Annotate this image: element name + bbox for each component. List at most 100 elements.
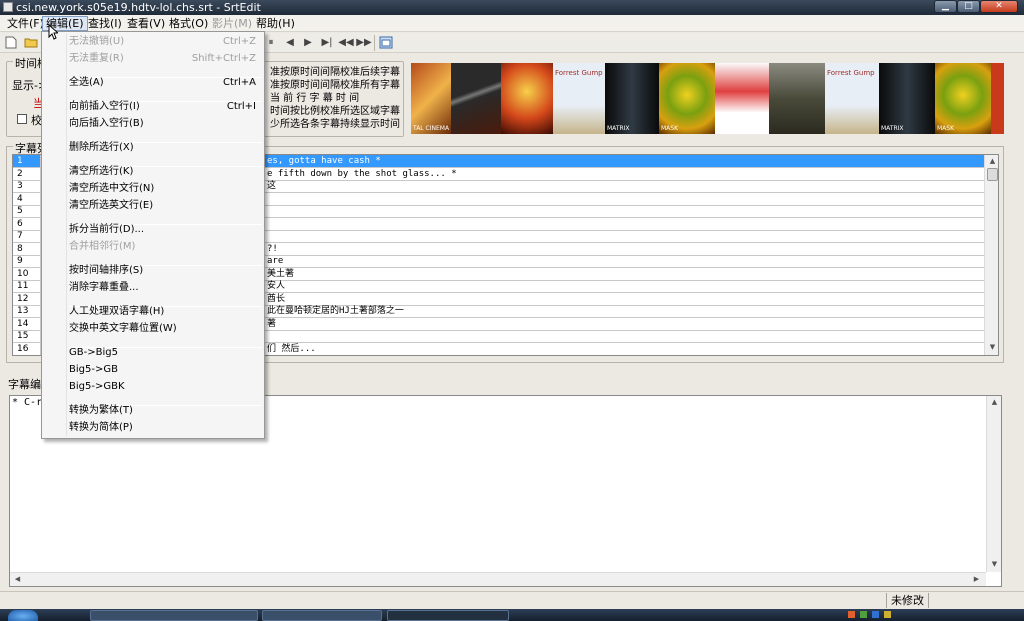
time-option-text[interactable]: 当 前 行 字 幕 时 间 <box>270 93 398 105</box>
poster-caption: MATRIX <box>607 125 630 132</box>
menu-item-label: 无法撤销(U) <box>69 36 125 47</box>
menu-item[interactable]: GB->Big5 <box>69 345 262 361</box>
menu-find[interactable]: 查找(I) <box>85 16 125 31</box>
skip-forward-icon[interactable]: ▶▶ <box>355 36 373 49</box>
subtitle-edit-text[interactable]: * C-r <box>12 397 42 408</box>
poster-image <box>769 63 825 134</box>
tray-icon[interactable] <box>848 611 855 618</box>
menu-item-label: 无法重复(R) <box>69 53 124 64</box>
scroll-right-arrow[interactable]: ▶ <box>970 573 983 586</box>
menu-item[interactable]: Big5->GBK <box>69 379 262 395</box>
menu-item[interactable]: 无法重复(R) Shift+Ctrl+Z <box>69 51 262 67</box>
close-button[interactable]: ✕ <box>980 0 1018 13</box>
maximize-button[interactable]: □ <box>957 0 980 13</box>
menu-item[interactable]: Big5->GB <box>69 362 262 378</box>
menu-item[interactable]: 向前插入空行(I) Ctrl+I <box>69 99 262 115</box>
menu-item[interactable]: 向后插入空行(B) <box>69 116 262 132</box>
movie-poster-banner: TAL CINEMA Forrest Gump MATRIX MASK Forr… <box>411 63 1004 134</box>
time-option-text[interactable]: 准按原时间间隔校准后续字幕 <box>270 67 400 79</box>
poster-image <box>715 63 769 134</box>
menu-item[interactable]: 消除字幕重叠... <box>69 280 262 296</box>
mouse-cursor-icon <box>48 24 58 40</box>
row-number: 6 <box>17 218 23 229</box>
taskbar <box>0 609 1024 621</box>
menu-item[interactable]: 全选(A) Ctrl+A <box>69 75 262 91</box>
taskbar-button[interactable] <box>90 610 258 621</box>
menu-gutter <box>66 34 67 436</box>
menu-item[interactable]: 拆分当前行(D)... <box>69 222 262 238</box>
time-option-text[interactable]: 时间按比例校准所选区域字幕 <box>270 106 400 118</box>
menu-item[interactable]: 转换为繁体(T) <box>69 403 262 419</box>
menu-item[interactable]: 转换为简体(P) <box>69 420 262 436</box>
menu-item-label: Big5->GBK <box>69 381 125 392</box>
time-option-text[interactable]: 准按原时间间隔校准所有字幕 <box>270 80 400 92</box>
menu-item[interactable]: 交换中英文字幕位置(W) <box>69 321 262 337</box>
window-icon[interactable] <box>379 36 393 49</box>
row-number: 11 <box>17 281 29 291</box>
menu-item[interactable]: 清空所选中文行(N) <box>69 181 262 197</box>
scroll-thumb[interactable] <box>987 168 998 181</box>
menu-item[interactable]: 清空所选英文行(E) <box>69 198 262 214</box>
row-number: 9 <box>17 256 23 266</box>
poster-caption: Forrest Gump <box>555 69 603 77</box>
app-icon <box>3 2 13 12</box>
menu-item[interactable]: 按时间轴排序(S) <box>69 263 262 279</box>
taskbar-button[interactable] <box>262 610 382 621</box>
poster-image <box>451 63 501 134</box>
menu-movie[interactable]: 影片(M) <box>209 16 255 31</box>
poster-image <box>501 63 553 134</box>
edit-menu-dropdown: 无法撤销(U) Ctrl+Z 无法重复(R) Shift+Ctrl+Z 全选(A) Ctr… <box>41 31 265 439</box>
minimize-button[interactable]: ▁ <box>934 0 957 13</box>
fast-forward-icon[interactable]: ▶ <box>301 36 315 49</box>
row-number: 12 <box>17 293 29 304</box>
tray-icon[interactable] <box>860 611 867 618</box>
scroll-up-arrow[interactable]: ▲ <box>986 155 998 168</box>
poster-caption: MASK <box>661 125 679 132</box>
title-bar[interactable]: csi.new.york.s05e19.hdtv-lol.chs.srt - S… <box>0 0 1024 15</box>
open-folder-icon[interactable] <box>24 36 38 49</box>
adjust-checkbox[interactable] <box>17 114 27 124</box>
row-text: 著 <box>267 318 277 329</box>
menu-item-label: 按时间轴排序(S) <box>69 265 144 276</box>
poster-image: Forrest Gump <box>553 63 605 134</box>
list-vertical-scrollbar[interactable]: ▲ ▼ <box>984 155 998 355</box>
menu-file[interactable]: 文件(F) <box>4 16 47 31</box>
skip-back-icon[interactable]: ◀◀ <box>337 36 355 49</box>
menu-item-label: 合并相邻行(M) <box>69 241 136 252</box>
row-text: are <box>267 256 284 266</box>
menu-format[interactable]: 格式(O) <box>166 16 211 31</box>
scroll-left-arrow[interactable]: ◀ <box>11 573 24 586</box>
menu-item-label: 交换中英文字幕位置(W) <box>69 323 177 334</box>
taskbar-button[interactable] <box>387 610 509 621</box>
scroll-down-arrow[interactable]: ▼ <box>986 341 998 354</box>
menu-bar: 文件(F) 编辑(E) 查找(I) 查看(V) 格式(O) 影片(M) 帮助(H… <box>0 15 1024 32</box>
edit-vertical-scrollbar[interactable]: ▲ ▼ <box>986 396 1001 572</box>
scroll-up-arrow[interactable]: ▲ <box>988 396 1001 409</box>
menu-item-label: GB->Big5 <box>69 347 118 358</box>
time-option-text[interactable]: 少所选各条字幕持续显示时间 <box>270 119 400 131</box>
menu-item[interactable]: 删除所选行(X) <box>69 140 262 156</box>
tray-icon[interactable] <box>872 611 879 618</box>
start-button[interactable] <box>8 610 38 621</box>
pause-icon[interactable]: ⏸ <box>264 36 278 49</box>
menu-item-shortcut: Ctrl+A <box>222 77 256 88</box>
poster-image: Forrest Gump <box>825 63 879 134</box>
menu-item-label: Big5->GB <box>69 364 118 375</box>
edit-horizontal-scrollbar[interactable]: ◀ ▶ <box>10 572 986 586</box>
menu-item-label: 全选(A) <box>69 77 104 88</box>
menu-help[interactable]: 帮助(H) <box>253 16 298 31</box>
menu-item[interactable]: 合并相邻行(M) <box>69 239 262 255</box>
scroll-down-arrow[interactable]: ▼ <box>988 558 1001 571</box>
menu-item-label: 向前插入空行(I) <box>69 101 140 112</box>
menu-item[interactable]: 无法撤销(U) Ctrl+Z <box>69 34 262 50</box>
menu-view[interactable]: 查看(V) <box>124 16 168 31</box>
rewind-icon[interactable]: ◀ <box>283 36 297 49</box>
row-text: 此在曼哈顿定居的HJ土著部落之一 <box>267 306 404 316</box>
row-text: 们 然后... <box>267 343 316 354</box>
next-track-icon[interactable]: ▶| <box>318 36 336 49</box>
tray-icon[interactable] <box>884 611 891 618</box>
row-number: 5 <box>17 206 23 216</box>
menu-item[interactable]: 清空所选行(K) <box>69 164 262 180</box>
menu-item[interactable]: 人工处理双语字幕(H) <box>69 304 262 320</box>
new-file-icon[interactable] <box>4 36 18 49</box>
